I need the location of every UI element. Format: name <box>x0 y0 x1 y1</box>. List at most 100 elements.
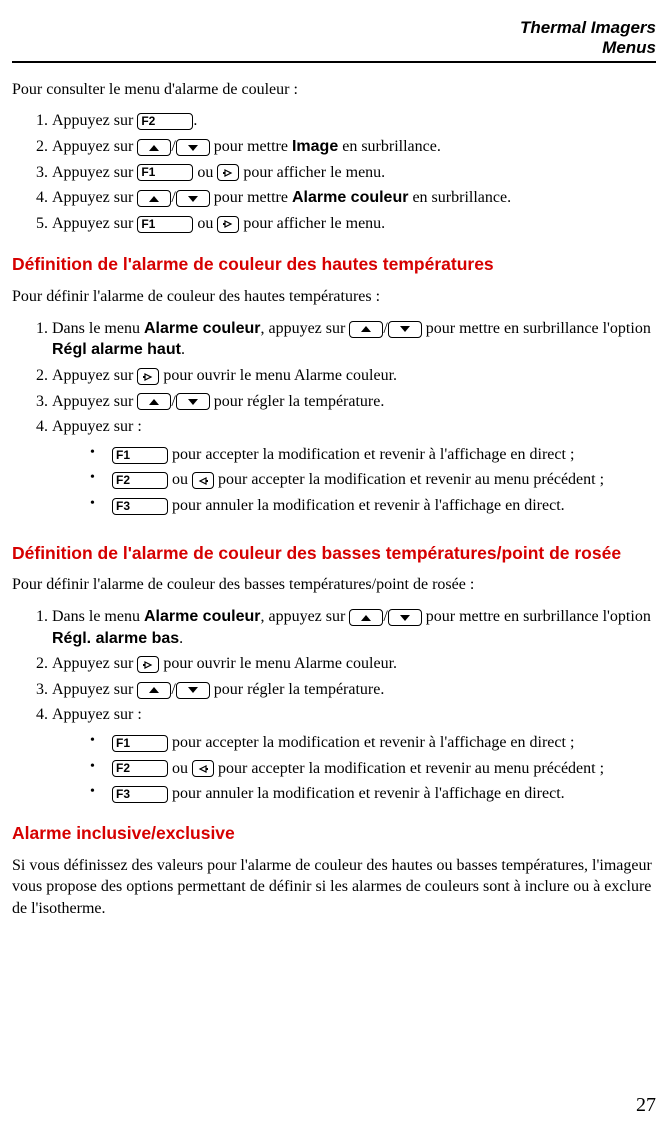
bold-text: Régl. alarme bas <box>52 630 179 647</box>
key-f2: F2 <box>112 472 168 489</box>
text: pour mettre en surbrillance l'option <box>422 320 651 337</box>
key-up-icon <box>137 393 171 410</box>
text: , appuyez sur <box>260 608 349 625</box>
key-down-icon <box>176 682 210 699</box>
section-4-heading: Alarme inclusive/exclusive <box>12 823 656 845</box>
list-1-item-2: Appuyez sur / pour mettre Image en surbr… <box>52 134 656 160</box>
bullet-item: F2 ou pour accepter la modification et r… <box>90 756 656 782</box>
key-right-icon <box>137 368 159 385</box>
key-down-icon <box>176 190 210 207</box>
text: pour ouvrir le menu Alarme couleur. <box>159 655 397 672</box>
list-2: Dans le menu Alarme couleur, appuyez sur… <box>52 316 656 525</box>
text: Appuyez sur <box>52 112 137 129</box>
key-f3: F3 <box>112 498 168 515</box>
text: en surbrillance. <box>408 189 511 206</box>
bullet-item: F1 pour accepter la modification et reve… <box>90 730 656 756</box>
header-title-1: Thermal Imagers <box>520 18 656 37</box>
key-right-icon <box>217 216 239 233</box>
page-header: Thermal Imagers Menus <box>12 18 656 63</box>
key-down-icon <box>176 393 210 410</box>
bullet-item: F3 pour annuler la modification et reven… <box>90 781 656 807</box>
list-1-item-1: Appuyez sur F2. <box>52 108 656 134</box>
list-2-item-4: Appuyez sur : F1 pour accepter la modifi… <box>52 414 656 524</box>
text: Appuyez sur <box>52 138 137 155</box>
key-f1: F1 <box>112 447 168 464</box>
text: ou <box>168 760 192 777</box>
bullet-list-2: F1 pour accepter la modification et reve… <box>90 442 656 519</box>
text: Appuyez sur : <box>52 418 142 435</box>
list-1: Appuyez sur F2. Appuyez sur / pour mettr… <box>52 108 656 236</box>
key-f2: F2 <box>112 760 168 777</box>
key-down-icon <box>388 609 422 626</box>
text: pour afficher le menu. <box>239 215 385 232</box>
text: Dans le menu <box>52 608 144 625</box>
bullet-item: F1 pour accepter la modification et reve… <box>90 442 656 468</box>
text: . <box>193 112 197 129</box>
key-down-icon <box>388 321 422 338</box>
key-up-icon <box>137 139 171 156</box>
list-2-item-1: Dans le menu Alarme couleur, appuyez sur… <box>52 316 656 363</box>
list-2-item-3: Appuyez sur / pour régler la température… <box>52 389 656 415</box>
bold-text: Alarme couleur <box>292 189 408 206</box>
key-up-icon <box>349 609 383 626</box>
text: Appuyez sur <box>52 393 137 410</box>
text: Appuyez sur <box>52 655 137 672</box>
text: ou <box>168 471 192 488</box>
bold-text: Alarme couleur <box>144 320 260 337</box>
list-3-item-2: Appuyez sur pour ouvrir le menu Alarme c… <box>52 651 656 677</box>
text: ou <box>193 164 217 181</box>
text: Appuyez sur <box>52 215 137 232</box>
text: pour régler la température. <box>210 393 385 410</box>
text: Dans le menu <box>52 320 144 337</box>
text: en surbrillance. <box>338 138 441 155</box>
list-3: Dans le menu Alarme couleur, appuyez sur… <box>52 604 656 813</box>
intro-para-1: Pour consulter le menu d'alarme de coule… <box>12 79 656 101</box>
text: Appuyez sur <box>52 681 137 698</box>
text: ou <box>193 215 217 232</box>
text: pour afficher le menu. <box>239 164 385 181</box>
key-f1: F1 <box>137 216 193 233</box>
key-f1: F1 <box>112 735 168 752</box>
section-3-intro: Pour définir l'alarme de couleur des bas… <box>12 574 656 596</box>
text: . <box>181 341 185 358</box>
key-left-icon <box>192 472 214 489</box>
list-2-item-2: Appuyez sur pour ouvrir le menu Alarme c… <box>52 363 656 389</box>
text: pour régler la température. <box>210 681 385 698</box>
text: pour mettre <box>210 189 292 206</box>
text: pour ouvrir le menu Alarme couleur. <box>159 367 397 384</box>
text: pour mettre en surbrillance l'option <box>422 608 651 625</box>
key-f1: F1 <box>137 164 193 181</box>
text: . <box>179 630 183 647</box>
key-right-icon <box>137 656 159 673</box>
text: Appuyez sur <box>52 189 137 206</box>
bold-text: Alarme couleur <box>144 608 260 625</box>
section-3-heading: Définition de l'alarme de couleur des ba… <box>12 543 656 565</box>
text: pour accepter la modification et revenir… <box>168 734 574 751</box>
key-right-icon <box>217 164 239 181</box>
section-4-body: Si vous définissez des valeurs pour l'al… <box>12 855 656 920</box>
key-up-icon <box>349 321 383 338</box>
list-1-item-4: Appuyez sur / pour mettre Alarme couleur… <box>52 185 656 211</box>
bullet-item: F2 ou pour accepter la modification et r… <box>90 467 656 493</box>
list-3-item-4: Appuyez sur : F1 pour accepter la modifi… <box>52 702 656 812</box>
section-2-heading: Définition de l'alarme de couleur des ha… <box>12 254 656 276</box>
section-2-intro: Pour définir l'alarme de couleur des hau… <box>12 286 656 308</box>
text: Appuyez sur <box>52 164 137 181</box>
bold-text: Régl alarme haut <box>52 341 181 358</box>
bullet-list-3: F1 pour accepter la modification et reve… <box>90 730 656 807</box>
key-f3: F3 <box>112 786 168 803</box>
list-1-item-3: Appuyez sur F1 ou pour afficher le menu. <box>52 160 656 186</box>
text: pour annuler la modification et revenir … <box>168 785 565 802</box>
list-3-item-3: Appuyez sur / pour régler la température… <box>52 677 656 703</box>
text: pour accepter la modification et revenir… <box>214 760 604 777</box>
text: pour accepter la modification et revenir… <box>214 471 604 488</box>
text: Appuyez sur <box>52 367 137 384</box>
key-down-icon <box>176 139 210 156</box>
text: , appuyez sur <box>260 320 349 337</box>
list-1-item-5: Appuyez sur F1 ou pour afficher le menu. <box>52 211 656 237</box>
text: pour mettre <box>210 138 292 155</box>
text: pour accepter la modification et revenir… <box>168 446 574 463</box>
bullet-item: F3 pour annuler la modification et reven… <box>90 493 656 519</box>
key-left-icon <box>192 760 214 777</box>
list-3-item-1: Dans le menu Alarme couleur, appuyez sur… <box>52 604 656 651</box>
